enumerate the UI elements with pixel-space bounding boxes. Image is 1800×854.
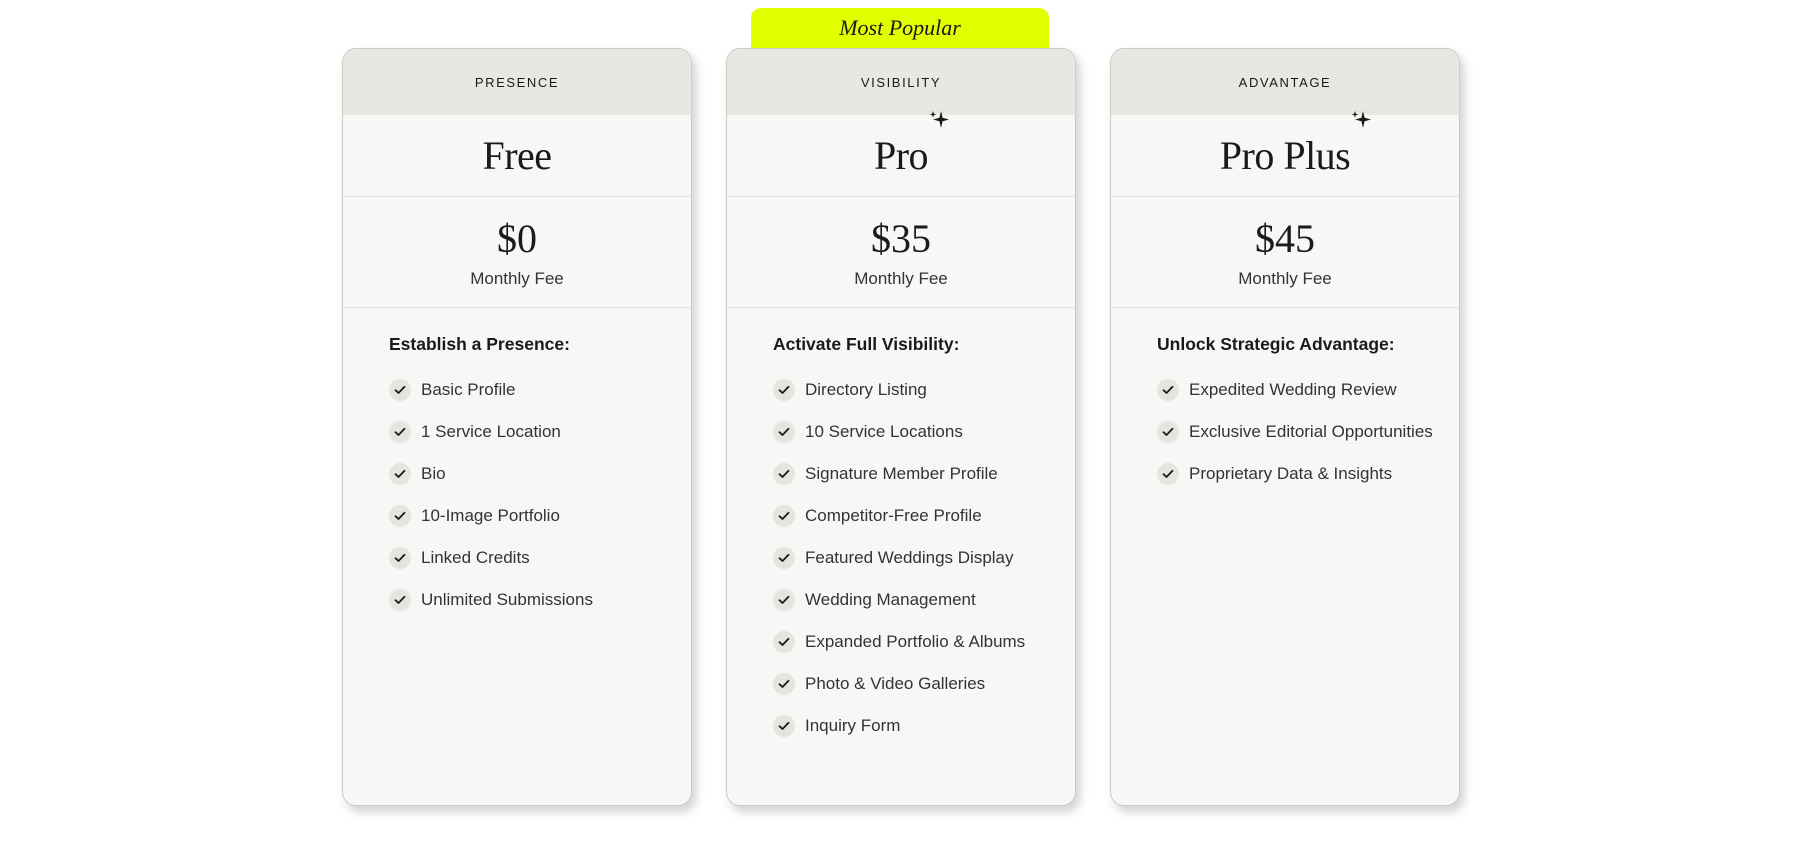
feature-label: Exclusive Editorial Opportunities <box>1189 422 1433 441</box>
check-icon <box>773 547 795 569</box>
feature-label: Basic Profile <box>421 380 516 399</box>
feature-item: Expanded Portfolio & Albums <box>773 621 1075 663</box>
feature-item: Unlimited Submissions <box>389 579 691 621</box>
feature-item: Directory Listing <box>773 369 1075 411</box>
plan-price: $35 <box>871 216 931 261</box>
feature-item: Exclusive Editorial Opportunities <box>1157 411 1459 453</box>
feature-list-heading: Activate Full Visibility: <box>773 334 960 354</box>
check-icon <box>389 547 411 569</box>
check-icon <box>389 463 411 485</box>
plan-name-row: Pro <box>727 111 1075 197</box>
feature-item: Inquiry Form <box>773 705 1075 747</box>
plan-card-presence: PRESENCE Free $0 Monthly Fee Establish a… <box>342 48 692 806</box>
plan-price-row: $0 Monthly Fee <box>343 197 691 308</box>
check-icon <box>389 421 411 443</box>
check-icon <box>773 505 795 527</box>
feature-list: Activate Full Visibility: Directory List… <box>727 308 1075 747</box>
plan-fee-label: Monthly Fee <box>1238 269 1332 288</box>
feature-item: Bio <box>389 453 691 495</box>
feature-list: Unlock Strategic Advantage: Expedited We… <box>1111 308 1459 495</box>
feature-item: 10 Service Locations <box>773 411 1075 453</box>
feature-label: Photo & Video Galleries <box>805 674 986 693</box>
feature-label: 1 Service Location <box>421 422 561 441</box>
plan-fee-label: Monthly Fee <box>470 269 564 288</box>
plan-price: $0 <box>497 216 537 261</box>
check-icon <box>1157 379 1179 401</box>
plan-price: $45 <box>1255 216 1315 261</box>
check-icon <box>773 589 795 611</box>
feature-label: Expedited Wedding Review <box>1189 380 1397 399</box>
check-icon <box>389 589 411 611</box>
feature-label: Unlimited Submissions <box>421 590 593 609</box>
plan-card-visibility: VISIBILITY Pro $35 Monthly Fee Activate … <box>726 48 1076 806</box>
plan-price-row: $45 Monthly Fee <box>1111 197 1459 308</box>
feature-label: Featured Weddings Display <box>805 548 1014 567</box>
feature-item: Expedited Wedding Review <box>1157 369 1459 411</box>
feature-list: Establish a Presence: Basic Profile 1 Se… <box>343 308 691 621</box>
feature-label: Expanded Portfolio & Albums <box>805 632 1026 651</box>
check-icon <box>1157 463 1179 485</box>
feature-item: Signature Member Profile <box>773 453 1075 495</box>
feature-label: Directory Listing <box>805 380 927 399</box>
feature-list-heading: Unlock Strategic Advantage: <box>1157 334 1395 354</box>
check-icon <box>389 379 411 401</box>
check-icon <box>773 715 795 737</box>
feature-item: Wedding Management <box>773 579 1075 621</box>
plan-tier-label: VISIBILITY <box>727 49 1075 115</box>
feature-label: Bio <box>421 464 446 483</box>
plan-tier-label: PRESENCE <box>343 49 691 115</box>
feature-item: Basic Profile <box>389 369 691 411</box>
plan-name-row: Free <box>343 115 691 197</box>
feature-label: Competitor-Free Profile <box>805 506 982 525</box>
feature-item: Linked Credits <box>389 537 691 579</box>
feature-item: Featured Weddings Display <box>773 537 1075 579</box>
plan-name: Free <box>482 133 552 178</box>
check-icon <box>773 379 795 401</box>
feature-item: Proprietary Data & Insights <box>1157 453 1459 495</box>
feature-label: Proprietary Data & Insights <box>1189 464 1393 483</box>
feature-label: 10-Image Portfolio <box>421 506 560 525</box>
sparkle-icon <box>1352 111 1372 128</box>
feature-label: Signature Member Profile <box>805 464 998 483</box>
plan-tier-label: ADVANTAGE <box>1111 49 1459 115</box>
most-popular-label: Most Popular <box>839 15 961 40</box>
feature-label: 10 Service Locations <box>805 422 963 441</box>
sparkle-icon <box>929 111 950 128</box>
feature-label: Inquiry Form <box>805 716 901 735</box>
check-icon <box>389 505 411 527</box>
check-icon <box>773 673 795 695</box>
feature-item: 10-Image Portfolio <box>389 495 691 537</box>
feature-item: 1 Service Location <box>389 411 691 453</box>
feature-list-heading: Establish a Presence: <box>389 334 570 354</box>
plan-name-row: Pro Plus <box>1111 111 1459 197</box>
plan-card-advantage: ADVANTAGE Pro Plus $45 Monthly Fee Unloc… <box>1110 48 1460 806</box>
plan-name: Pro Plus <box>1220 111 1372 179</box>
check-icon <box>773 631 795 653</box>
feature-label: Wedding Management <box>805 590 976 609</box>
feature-item: Photo & Video Galleries <box>773 663 1075 705</box>
feature-label: Linked Credits <box>421 548 530 567</box>
check-icon <box>773 463 795 485</box>
plan-name: Pro <box>874 111 950 179</box>
check-icon <box>773 421 795 443</box>
plan-fee-label: Monthly Fee <box>854 269 948 288</box>
pricing-plans: PRESENCE Free $0 Monthly Fee Establish a… <box>342 48 1460 808</box>
feature-item: Competitor-Free Profile <box>773 495 1075 537</box>
most-popular-badge: Most Popular <box>751 8 1049 48</box>
check-icon <box>1157 421 1179 443</box>
plan-price-row: $35 Monthly Fee <box>727 197 1075 308</box>
